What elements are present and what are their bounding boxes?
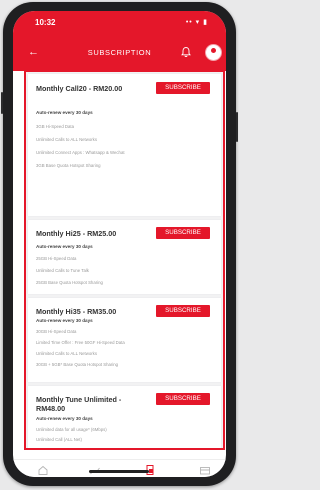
feature-text: 3GB Base Quota Hotspot Sharing	[36, 163, 101, 168]
bottom-nav	[13, 459, 226, 477]
feature-text: 25GB Hi-Speed Data	[36, 256, 77, 261]
feature-text: Limited Time Offer : Free 50GF Hi-Speed …	[36, 340, 125, 345]
feature-text: Unlimited Calls to Tune Talk	[36, 268, 89, 273]
home-indicator	[89, 470, 149, 473]
feature-text: 30GB + 5GB* Base Quota Hotspot Sharing	[36, 362, 119, 367]
status-time: 10:32	[35, 18, 56, 27]
feature-text: Unlimited Connect Apps : Whatsapp & Wech…	[36, 150, 125, 155]
feature-text: Unlimited Calls to ALL Networks	[36, 351, 97, 356]
plan-card: Monthly Call20 - RM20.00 SUBSCRIBE Auto-…	[28, 74, 221, 216]
home-icon[interactable]	[37, 464, 49, 476]
app-header: 10:32 •• ▾ ▮ ← SUBSCRIPTION	[13, 11, 226, 71]
wallet-icon[interactable]	[199, 464, 211, 476]
auto-renew-text: Auto-renew every 30 days	[36, 318, 93, 323]
plan-title: Monthly Call20 - RM20.00	[36, 84, 123, 93]
page-title: SUBSCRIPTION	[87, 48, 152, 57]
subscribe-button[interactable]: SUBSCRIBE	[156, 82, 210, 94]
feature-text: 25GB Base Quota Hotspot Sharing	[36, 280, 103, 285]
app-screen: 10:32 •• ▾ ▮ ← SUBSCRIPTION Monthly Call…	[13, 11, 226, 477]
plan-title: Monthly Hi35 - RM35.00	[36, 307, 117, 316]
feature-text: 3GB Hi-Speed Data	[36, 124, 74, 129]
plan-title: Monthly Tune Unlimited - RM48.00	[36, 395, 122, 413]
plan-card: Monthly Hi35 - RM35.00 SUBSCRIBE Auto-re…	[28, 298, 221, 382]
plan-list[interactable]: Monthly Call20 - RM20.00 SUBSCRIBE Auto-…	[24, 70, 225, 450]
auto-renew-text: Auto-renew every 30 days	[36, 110, 93, 115]
feature-text: Unlimited Calls to ALL Networks	[36, 137, 97, 142]
subscribe-button[interactable]: SUBSCRIBE	[156, 393, 210, 405]
phone-frame: 10:32 •• ▾ ▮ ← SUBSCRIPTION Monthly Call…	[1, 2, 238, 486]
feature-text: Unlimited data for all usage* (6Mbps)	[36, 427, 107, 432]
auto-renew-text: Auto-renew every 30 days	[36, 416, 93, 421]
subscribe-button[interactable]: SUBSCRIBE	[156, 305, 210, 317]
volume-button	[1, 92, 3, 114]
feature-text: 30GB Hi-Speed Data	[36, 329, 77, 334]
power-button	[236, 112, 238, 142]
plan-card: Monthly Tune Unlimited - RM48.00 SUBSCRI…	[28, 386, 221, 448]
auto-renew-text: Auto-renew every 30 days	[36, 244, 93, 249]
plan-card: Monthly Hi25 - RM25.00 SUBSCRIBE Auto-re…	[28, 220, 221, 294]
avatar-icon[interactable]	[205, 44, 222, 61]
plan-title: Monthly Hi25 - RM25.00	[36, 229, 117, 238]
status-icons: •• ▾ ▮	[185, 19, 208, 26]
feature-text: Unlimited Call (ALL Net)	[36, 437, 82, 442]
subscribe-button[interactable]: SUBSCRIBE	[156, 227, 210, 239]
bell-icon[interactable]	[180, 46, 192, 58]
